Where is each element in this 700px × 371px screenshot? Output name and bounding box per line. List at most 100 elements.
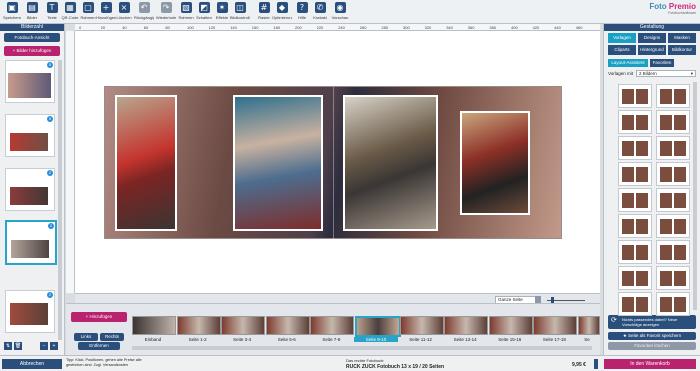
tab-masks[interactable]: Masken (668, 33, 696, 43)
move-right-button[interactable]: Rechts (100, 333, 124, 341)
page-label[interactable]: Se (577, 337, 597, 342)
photo-frame[interactable] (460, 111, 530, 215)
layout-template[interactable] (618, 84, 652, 108)
add-page-button[interactable]: + Hinzufügen (71, 312, 127, 322)
toolbar-button-12[interactable]: ◫ Bildkontrolle (230, 1, 250, 23)
toolbar-button-3[interactable]: ▦ QR-Code (60, 1, 80, 23)
image-thumb[interactable]: 5 (5, 60, 55, 103)
left-scrollbar[interactable] (58, 60, 62, 340)
tab-image-contour[interactable]: Bildkontur (668, 45, 696, 55)
page-label[interactable]: Seite 17-18 (532, 337, 576, 342)
photo-frame[interactable] (115, 95, 177, 231)
image-thumb-selected[interactable]: 2 (5, 220, 57, 265)
add-images-button[interactable]: + Bilder hinzufügen (4, 46, 60, 56)
toolbar-button-1[interactable]: ▤ Bilder (22, 1, 42, 23)
page-label[interactable]: Seite 11-12 (399, 337, 443, 342)
layout-template[interactable] (656, 292, 690, 316)
trash-icon[interactable]: 🗑 (14, 342, 22, 350)
page-label[interactable]: Seite 7-8 (309, 337, 353, 342)
page-label[interactable]: Seite 5-6 (265, 337, 309, 342)
toolbar-button-13[interactable]: # Raster (254, 1, 274, 23)
image-thumb[interactable]: 2 (5, 168, 55, 211)
tab-designs[interactable]: Designs (638, 33, 666, 43)
toolbar-button-9[interactable]: ▧ Rahmen (176, 1, 196, 23)
photobook-spread[interactable] (104, 86, 562, 240)
toolbar-button-15[interactable]: ? Hilfe (292, 1, 312, 23)
tab-favorites[interactable]: Favoriten (650, 59, 674, 67)
page-thumb[interactable] (399, 316, 444, 335)
delete-favorites-button[interactable]: Favoriten löschen (608, 342, 696, 350)
tab-cliparts[interactable]: Cliparts (608, 45, 636, 55)
page-label[interactable]: Seite 13-14 (443, 337, 487, 342)
layout-template[interactable] (656, 214, 690, 238)
tab-background[interactable]: Hintergrund (638, 45, 666, 55)
new-suggestions-button[interactable]: ⟳ Nichts passendes dabei? Neue Vorschläg… (608, 315, 696, 329)
page-thumb[interactable] (578, 316, 600, 335)
filmstrip-scrollbar[interactable] (132, 346, 592, 350)
fit-icon[interactable] (535, 296, 541, 303)
layout-template[interactable] (656, 162, 690, 186)
photobook-view-button[interactable]: Fotobuch-Ansicht (4, 33, 60, 42)
layout-template[interactable] (618, 292, 652, 316)
toolbar-button-0[interactable]: ▣ Speichern (2, 1, 22, 23)
zoom-out-icon[interactable]: − (40, 342, 48, 350)
remove-page-button[interactable]: Entfernen (78, 342, 120, 350)
toolbar-button-10[interactable]: ◩ Schatten (194, 1, 214, 23)
save-favorite-button[interactable]: ★ Seite als Favorit speichern (608, 332, 696, 340)
cancel-button[interactable]: Abbrechen (2, 359, 62, 369)
zoom-in-icon[interactable]: + (50, 342, 58, 350)
layout-template[interactable] (618, 266, 652, 290)
toolbar-button-7[interactable]: ↶ Rückgängig (134, 1, 154, 23)
layout-template[interactable] (656, 188, 690, 212)
tab-templates[interactable]: Vorlagen (608, 33, 636, 43)
page-thumb[interactable] (444, 316, 489, 335)
page-thumb[interactable] (310, 316, 355, 335)
layout-template[interactable] (618, 136, 652, 160)
page-label[interactable]: Seite 15-16 (488, 337, 532, 342)
info-icon (594, 359, 598, 369)
toolbar-button-17[interactable]: ◉ Vorschau (330, 1, 350, 23)
page-label[interactable]: Einband (131, 337, 175, 342)
qr-code-icon: ▦ (64, 2, 76, 13)
tab-layout-assistant[interactable]: Layout-Assistent (608, 59, 648, 67)
page-label[interactable]: Seite 1-2 (176, 337, 220, 342)
image-thumb[interactable]: 5 (5, 114, 55, 157)
toolbar-button-4[interactable]: ▢ Rahmen (78, 1, 98, 23)
move-left-button[interactable]: Links (74, 333, 98, 341)
page-thumb-selected[interactable] (355, 316, 401, 337)
layout-template[interactable] (618, 162, 652, 186)
add-to-cart-button[interactable]: In den Warenkorb (604, 359, 696, 369)
photo-frame[interactable] (233, 95, 323, 231)
page-thumb[interactable] (488, 316, 533, 335)
toolbar-button-11[interactable]: ✶ Effekte (212, 1, 232, 23)
layout-template[interactable] (656, 136, 690, 160)
toolbar-button-16[interactable]: ✆ Kontakt (310, 1, 330, 23)
toolbar-button-6[interactable]: × Löschen (114, 1, 134, 23)
right-scrollbar[interactable] (693, 82, 697, 310)
toolbar-button-8[interactable]: ↷ Wiederholen (156, 1, 176, 23)
layout-template[interactable] (656, 84, 690, 108)
page-thumb[interactable] (265, 316, 310, 335)
layout-template[interactable] (618, 240, 652, 264)
layout-template[interactable] (656, 266, 690, 290)
layout-template[interactable] (618, 110, 652, 134)
layout-slot (659, 244, 673, 261)
page-thumb[interactable] (132, 316, 176, 335)
layout-template[interactable] (618, 188, 652, 212)
toolbar-button-label: Speichern (2, 15, 21, 20)
toolbar-button-2[interactable]: T Texte (42, 1, 62, 23)
sort-icon[interactable]: ⇅ (4, 342, 12, 350)
page-thumb[interactable] (221, 316, 266, 335)
toolbar-button-14[interactable]: ◆ Optimierung (272, 1, 292, 23)
image-thumb[interactable]: 2 (5, 290, 55, 333)
layout-template[interactable] (618, 214, 652, 238)
page-thumb[interactable] (533, 316, 578, 335)
layout-template[interactable] (656, 110, 690, 134)
page-thumb[interactable] (176, 316, 221, 335)
page-label[interactable]: Seite 3-4 (220, 337, 264, 342)
image-count-select[interactable]: 2 Bildern ▾ (636, 70, 696, 77)
toolbar-button-5[interactable]: + Hinzufügen (96, 1, 116, 23)
page-label[interactable]: Seite 9-10 (354, 337, 398, 342)
layout-template[interactable] (656, 240, 690, 264)
photo-frame[interactable] (343, 95, 438, 231)
